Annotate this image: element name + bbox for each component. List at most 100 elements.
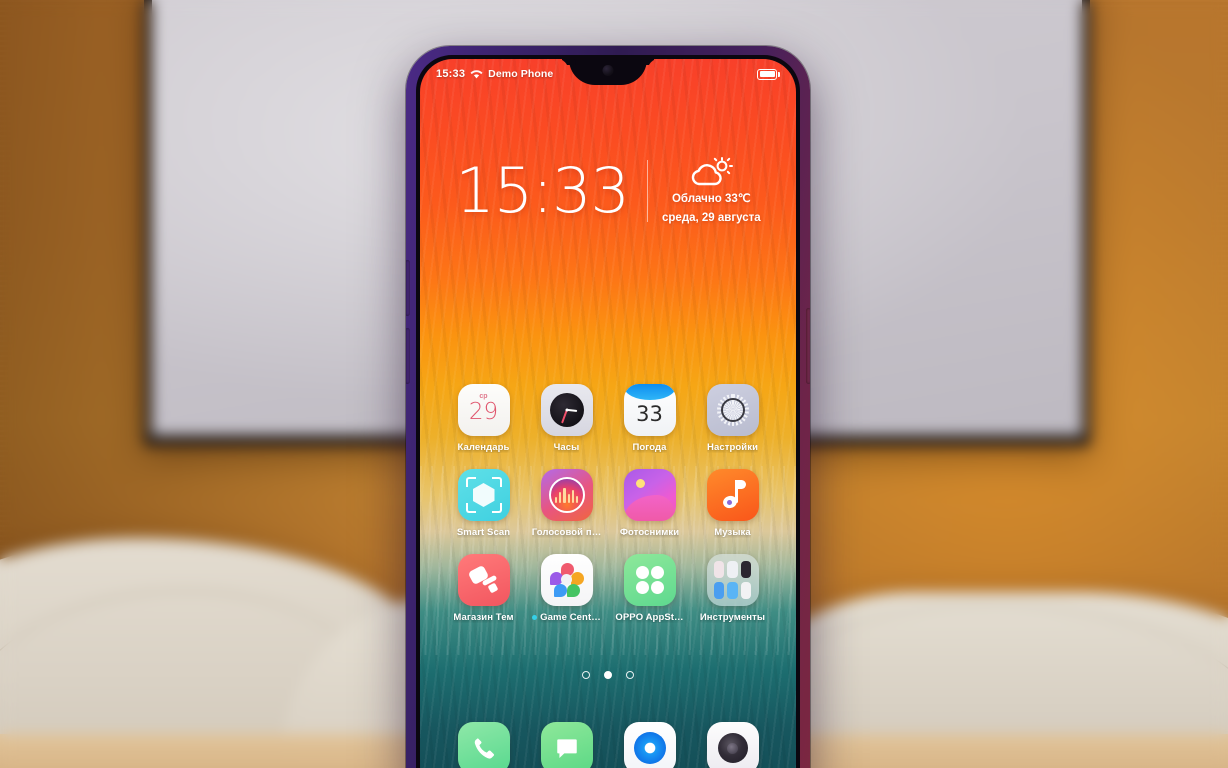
phone-bezel: 15:33 Demo Phone 15:33 Облачно 33℃ среда…	[416, 55, 800, 768]
hill-glyph	[623, 495, 676, 521]
app-game-center[interactable]: Game Cent…	[525, 554, 608, 623]
weather-sky	[623, 384, 676, 400]
app-row-2: Smart Scan Голосовой п… Фотоснимки Музык…	[442, 469, 774, 538]
folder-mini-icon	[741, 561, 752, 579]
power-button[interactable]	[806, 308, 810, 384]
dock-app-messages[interactable]	[540, 722, 593, 768]
volume-down-button[interactable]	[406, 328, 410, 384]
app-tools-folder[interactable]: Инструменты	[691, 554, 774, 623]
app-label: Календарь	[458, 442, 510, 453]
app-label-text: Настройки	[706, 442, 759, 453]
weather-icon[interactable]: 33	[623, 384, 676, 436]
app-label: Часы	[554, 442, 580, 453]
folder-mini-icon	[741, 581, 752, 599]
status-time: 15:33	[436, 68, 466, 80]
wifi-icon	[470, 70, 483, 79]
waveform-glyph	[548, 477, 585, 513]
folder-preview-grid	[707, 554, 759, 606]
app-label: Инструменты	[700, 612, 765, 623]
theme-store-icon[interactable]	[457, 554, 510, 606]
tools-folder-icon[interactable]	[706, 554, 759, 606]
clock-face	[549, 393, 584, 427]
game-center-icon[interactable]	[540, 554, 593, 606]
app-label-text: Погода	[632, 442, 667, 453]
app-label-text: OPPO AppSt…	[615, 612, 684, 623]
app-music[interactable]: Музыка	[691, 469, 774, 538]
app-photos[interactable]: Фотоснимки	[608, 469, 691, 538]
gear-glyph	[716, 394, 749, 426]
app-clock[interactable]: Часы	[525, 384, 608, 453]
calendar-icon[interactable]: ср 29	[457, 384, 510, 436]
widget-divider	[647, 159, 648, 222]
app-label: Smart Scan	[457, 527, 510, 538]
star-glyph	[549, 563, 584, 597]
dock-app-browser[interactable]	[623, 722, 676, 768]
app-label: Погода	[632, 442, 666, 453]
app-label: Магазин Тем	[453, 612, 513, 623]
weather-block[interactable]: Облачно 33℃ среда, 29 августа	[662, 155, 761, 226]
browser-icon[interactable]	[623, 722, 676, 768]
weather-date: среда, 29 августа	[662, 211, 761, 224]
widget-clock: 15:33	[455, 153, 630, 227]
folder-mini-icon	[713, 581, 724, 599]
app-row-3: Магазин Тем Game Cent… OPPO AppSt… Инстр…	[442, 554, 774, 623]
smartphone-device: 15:33 Demo Phone 15:33 Облачно 33℃ среда…	[406, 46, 810, 768]
sun-glyph	[635, 479, 645, 488]
app-label-text: Магазин Тем	[453, 612, 514, 623]
app-label-text: Инструменты	[699, 612, 766, 623]
app-calendar[interactable]: ср 29 Календарь	[442, 384, 525, 453]
message-bubble-icon[interactable]	[540, 722, 593, 768]
smart-scan-icon[interactable]	[457, 469, 510, 521]
weather-temp: 33	[636, 402, 663, 426]
notification-dot-badge	[532, 615, 538, 620]
app-label-text: Календарь	[457, 442, 510, 453]
carrier-label: Demo Phone	[488, 68, 554, 80]
status-bar: 15:33 Demo Phone	[420, 59, 796, 89]
app-voice-assistant[interactable]: Голосовой п…	[525, 469, 608, 538]
browser-glyph	[633, 732, 666, 764]
settings-gear-icon[interactable]	[706, 384, 759, 436]
app-settings[interactable]: Настройки	[691, 384, 774, 453]
app-weather[interactable]: 33 Погода	[608, 384, 691, 453]
app-label: Фотоснимки	[620, 527, 679, 538]
weather-condition: Облачно 33℃	[671, 193, 751, 205]
partly-cloudy-icon	[692, 157, 734, 186]
battery-icon	[757, 68, 780, 80]
page-dot[interactable]	[626, 671, 634, 679]
lens-glyph	[717, 733, 748, 763]
app-row-1: ср 29 Календарь Часы 33 Погода Настройки	[442, 384, 774, 453]
music-note-icon[interactable]	[706, 469, 759, 521]
app-label: Музыка	[714, 527, 751, 538]
calendar-day: 29	[468, 399, 499, 425]
volume-up-button[interactable]	[406, 260, 410, 316]
app-grid: ср 29 Календарь Часы 33 Погода Настройки…	[420, 384, 796, 639]
app-label-text: Фотоснимки	[619, 527, 680, 538]
oppo-appstore-icon[interactable]	[623, 554, 676, 606]
app-label-text: Голосовой п…	[531, 527, 602, 538]
clock-weather-widget[interactable]: 15:33 Облачно 33℃ среда, 29 августа	[420, 155, 796, 226]
page-indicator	[420, 671, 796, 679]
dock-app-phone[interactable]	[457, 722, 510, 768]
clock-icon[interactable]	[540, 384, 593, 436]
app-smart-scan[interactable]: Smart Scan	[442, 469, 525, 538]
camera-lens-icon[interactable]	[706, 722, 759, 768]
app-label: Настройки	[707, 442, 758, 453]
page-dot-active[interactable]	[604, 671, 612, 679]
app-theme-store[interactable]: Магазин Тем	[442, 554, 525, 623]
phone-screen[interactable]: 15:33 Demo Phone 15:33 Облачно 33℃ среда…	[420, 59, 796, 768]
voice-assistant-icon[interactable]	[540, 469, 593, 521]
folder-mini-icon	[727, 561, 738, 579]
app-label-text: Game Cent…	[540, 612, 601, 623]
app-oppo-appstore[interactable]: OPPO AppSt…	[608, 554, 691, 623]
phone-handset-icon[interactable]	[457, 722, 510, 768]
folder-mini-icon	[727, 581, 738, 599]
app-label-text: Часы	[553, 442, 580, 453]
folder-mini-icon	[713, 561, 724, 579]
dock-app-camera[interactable]	[706, 722, 759, 768]
photos-icon[interactable]	[623, 469, 676, 521]
app-label-text: Smart Scan	[456, 527, 511, 538]
dock	[420, 722, 796, 768]
app-label: OPPO AppSt…	[615, 612, 683, 623]
page-dot[interactable]	[582, 671, 590, 679]
app-label: Game Cent…	[532, 612, 601, 623]
